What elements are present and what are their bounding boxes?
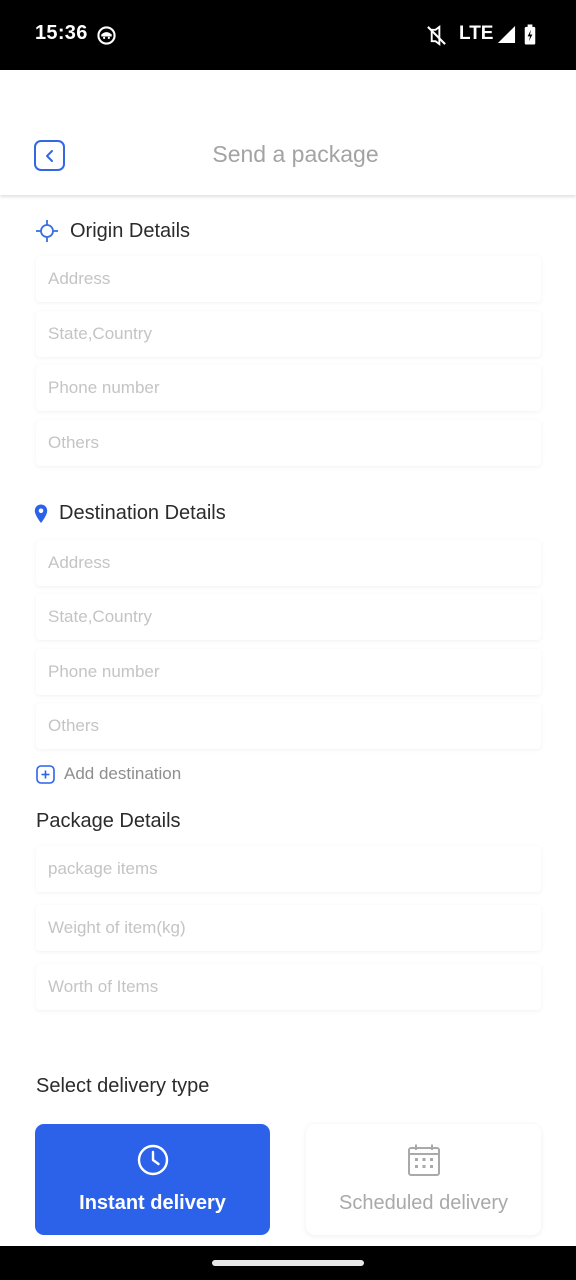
origin-address-field[interactable] — [36, 256, 541, 302]
origin-address-input[interactable] — [48, 269, 541, 289]
package-items-input[interactable] — [48, 859, 541, 879]
network-type: LTE — [459, 23, 494, 44]
package-weight-field[interactable] — [36, 905, 541, 951]
destination-state-country-input[interactable] — [48, 607, 541, 627]
origin-section-title: Origin Details — [70, 219, 191, 242]
status-bar: 15:36 LTE — [0, 0, 576, 70]
signal-icon — [497, 25, 516, 44]
crosshair-icon — [36, 220, 58, 242]
origin-phone-field[interactable] — [36, 365, 541, 411]
destination-section-header: Destination Details — [34, 502, 226, 525]
package-worth-input[interactable] — [48, 977, 541, 997]
package-weight-input[interactable] — [48, 918, 541, 938]
instant-delivery-label: Instant delivery — [79, 1192, 226, 1214]
destination-phone-field[interactable] — [36, 649, 541, 695]
destination-others-field[interactable] — [36, 703, 541, 749]
package-section-title: Package Details — [36, 810, 181, 832]
origin-others-input[interactable] — [48, 433, 541, 453]
add-destination-button[interactable]: Add destination — [36, 764, 181, 784]
delivery-type-title: Select delivery type — [36, 1075, 210, 1097]
scheduled-delivery-label: Scheduled delivery — [339, 1192, 508, 1214]
home-indicator[interactable] — [212, 1260, 364, 1266]
location-pin-icon — [34, 504, 48, 523]
origin-others-field[interactable] — [36, 420, 541, 466]
destination-phone-input[interactable] — [48, 662, 541, 682]
calendar-icon — [407, 1144, 440, 1176]
system-nav-bar — [0, 1246, 576, 1280]
instant-delivery-option[interactable]: Instant delivery — [35, 1124, 270, 1235]
page-title: Send a package — [212, 141, 379, 167]
destination-address-field[interactable] — [36, 540, 541, 586]
destination-state-country-field[interactable] — [36, 594, 541, 640]
app-notification-icon — [97, 26, 116, 45]
destination-section-title: Destination Details — [59, 502, 226, 524]
origin-phone-input[interactable] — [48, 378, 541, 398]
plus-square-icon — [36, 764, 55, 784]
origin-section-header: Origin Details — [35, 219, 190, 243]
battery-icon — [524, 24, 536, 45]
destination-others-input[interactable] — [48, 716, 541, 736]
add-destination-label: Add destination — [64, 764, 182, 783]
origin-state-country-input[interactable] — [48, 324, 541, 344]
package-items-field[interactable] — [36, 846, 541, 892]
vibrate-off-icon — [427, 25, 446, 46]
app-header: Send a package — [0, 70, 576, 195]
origin-state-country-field[interactable] — [36, 311, 541, 357]
clock-icon — [137, 1144, 168, 1176]
scheduled-delivery-option[interactable]: Scheduled delivery — [306, 1124, 541, 1235]
destination-address-input[interactable] — [48, 553, 541, 573]
package-worth-field[interactable] — [36, 964, 541, 1010]
status-time: 15:36 — [35, 22, 88, 44]
